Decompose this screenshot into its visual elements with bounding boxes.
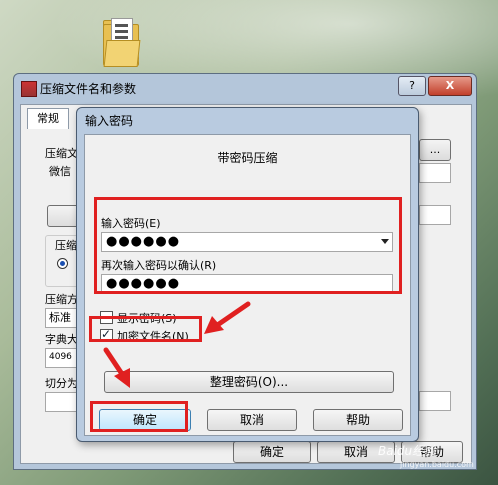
- winrar-app-icon: [21, 81, 37, 97]
- archive-format-label: 压缩: [55, 239, 77, 252]
- help-title-button[interactable]: ?: [398, 76, 426, 96]
- encrypt-names-highlight: [89, 316, 202, 342]
- window-title: 压缩文件名和参数: [40, 82, 137, 96]
- method-label: 压缩方: [45, 293, 78, 306]
- browse-button[interactable]: ...: [419, 139, 451, 161]
- dictionary-value: 4096: [49, 352, 72, 362]
- archive-name-value: 微信: [49, 165, 71, 178]
- split-unit-dropdown[interactable]: [419, 391, 451, 411]
- ok-button-highlight: [90, 401, 188, 432]
- arrow-to-encrypt-icon: [204, 301, 251, 334]
- cancel-button[interactable]: 取消: [207, 409, 297, 431]
- dictionary-label: 字典大: [45, 333, 78, 346]
- password-fields-highlight: [94, 197, 402, 294]
- baidu-watermark-url: jingyan.baidu.com: [400, 460, 474, 469]
- update-mode-dropdown[interactable]: [419, 205, 451, 225]
- arrow-to-ok-icon: [103, 347, 130, 388]
- organize-passwords-button[interactable]: 整理密码(O)...: [104, 371, 394, 393]
- format-radio[interactable]: [57, 258, 68, 269]
- ok-button-back[interactable]: 确定: [233, 441, 311, 463]
- dialog-heading: 带密码压缩: [217, 151, 278, 165]
- archive-name-label: 压缩文: [45, 147, 78, 160]
- archive-name-dropdown[interactable]: [419, 163, 451, 183]
- close-button[interactable]: X: [428, 76, 472, 96]
- profiles-button[interactable]: [47, 205, 79, 227]
- baidu-watermark: Baidu经验: [378, 444, 437, 458]
- dialog-title: 输入密码: [85, 114, 134, 128]
- folder-icon[interactable]: [103, 18, 141, 67]
- split-label: 切分为: [45, 377, 78, 390]
- tab-normal[interactable]: 常规: [27, 108, 69, 129]
- method-value: 标准: [49, 311, 71, 324]
- help-button[interactable]: 帮助: [313, 409, 403, 431]
